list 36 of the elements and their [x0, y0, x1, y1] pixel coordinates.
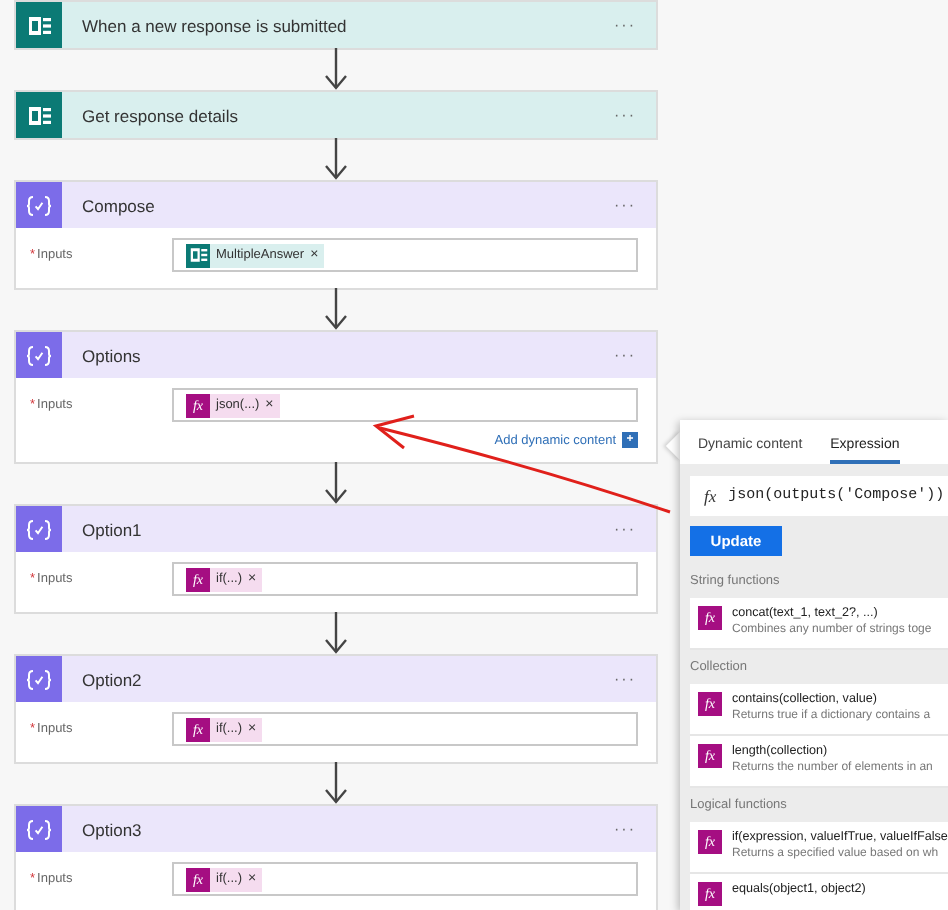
more-button[interactable]: ···: [610, 196, 640, 214]
connector-arrow: [325, 138, 347, 180]
forms-icon: [189, 246, 207, 264]
card-header[interactable]: Option2 ···: [16, 656, 656, 702]
step-title: Option1: [80, 519, 144, 539]
more-button[interactable]: ···: [610, 670, 640, 688]
step-title: Options: [80, 345, 143, 365]
card-header[interactable]: Get response details ···: [16, 92, 656, 138]
step-title: Option3: [80, 819, 144, 839]
braces-icon: [26, 519, 52, 539]
braces-icon: [26, 819, 52, 839]
braces-icon: [26, 669, 52, 689]
forms-icon: [27, 103, 51, 127]
braces-icon: [26, 345, 52, 365]
card-header[interactable]: Option3 ···: [16, 806, 656, 852]
connector-arrow: [325, 288, 347, 330]
step-title: Option2: [80, 669, 144, 689]
card-header[interactable]: When a new response is submitted ···: [16, 2, 656, 48]
step-title: Compose: [80, 195, 157, 215]
more-button[interactable]: ···: [610, 106, 640, 124]
function-icon: fx: [704, 486, 717, 506]
more-button[interactable]: ···: [610, 820, 640, 838]
step-title: Get response details: [80, 105, 240, 125]
connector-arrow: [325, 462, 347, 504]
forms-icon: [27, 13, 51, 37]
card-header[interactable]: Compose ···: [16, 182, 656, 228]
more-button[interactable]: ···: [610, 346, 640, 364]
more-button[interactable]: ···: [610, 520, 640, 538]
card-header[interactable]: Option1 ···: [16, 506, 656, 552]
step-title: When a new response is submitted: [80, 15, 349, 35]
connector-arrow: [325, 762, 347, 804]
braces-icon: [26, 195, 52, 215]
card-header[interactable]: Options ···: [16, 332, 656, 378]
more-button[interactable]: ···: [610, 16, 640, 34]
connector-arrow: [325, 612, 347, 654]
connector-arrow: [325, 48, 347, 90]
